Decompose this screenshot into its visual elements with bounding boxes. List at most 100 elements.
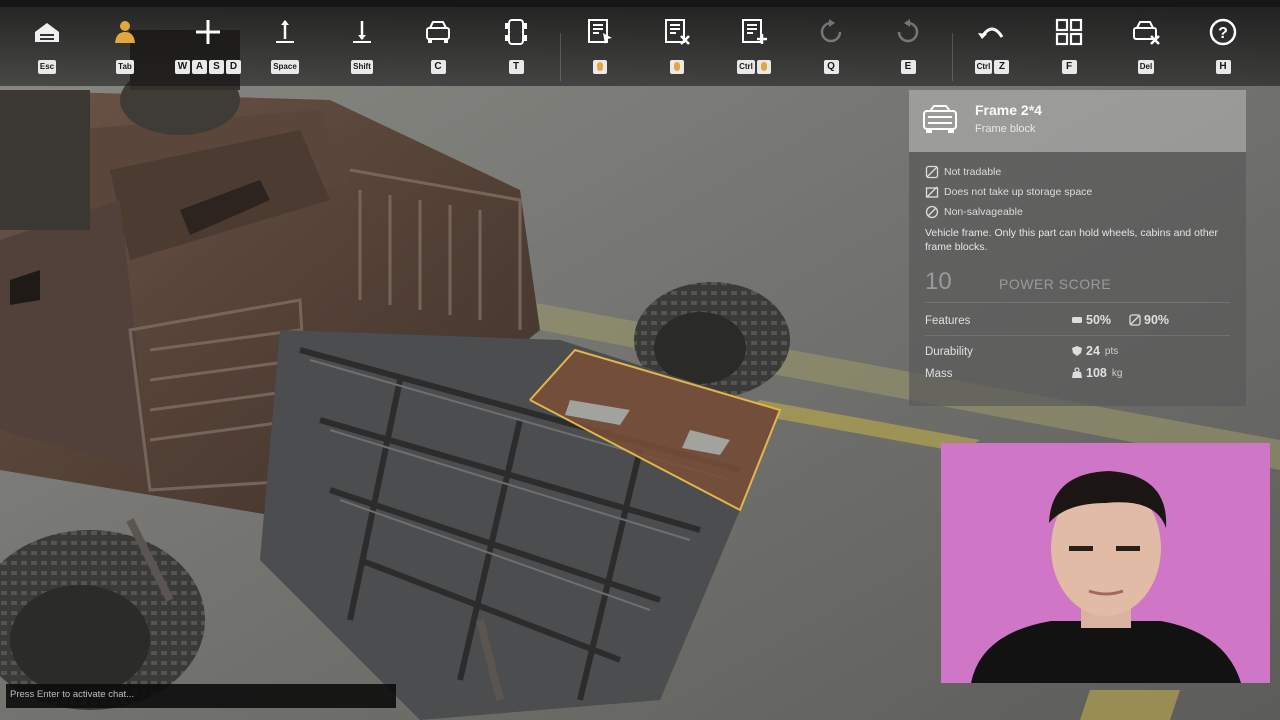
- rotate-left-icon: [814, 15, 848, 49]
- hotkey: Q: [823, 60, 839, 74]
- mass-unit: kg: [1111, 367, 1123, 379]
- move-icon: [191, 15, 225, 49]
- raise-icon: [268, 15, 302, 49]
- weight-icon: [1072, 367, 1082, 378]
- hotkey-group: H: [1215, 60, 1231, 74]
- tool-crew[interactable]: Tab: [95, 15, 155, 87]
- add-part-icon: [737, 15, 771, 49]
- feature-2: 90%: [1129, 313, 1169, 327]
- hotkey: T: [508, 60, 524, 74]
- hotkey-group: Tab: [116, 60, 134, 74]
- mouse-icon: [670, 60, 684, 74]
- webcam-overlay: [941, 443, 1270, 683]
- part-info-body: Not tradable Does not take up storage sp…: [909, 152, 1246, 406]
- delete-part-icon: [660, 15, 694, 49]
- svg-text:?: ?: [1218, 25, 1228, 42]
- tool-rotate-left[interactable]: Q: [801, 15, 861, 87]
- not-tradable-icon: [925, 165, 939, 179]
- power-score: 10 POWER SCORE: [925, 268, 1230, 300]
- part-description: Vehicle frame. Only this part can hold w…: [925, 227, 1218, 253]
- part-info-panel: Frame 2*4 Frame block Not tradable Does …: [909, 90, 1246, 406]
- tool-move[interactable]: WASD: [175, 15, 241, 87]
- lower-icon: [345, 15, 379, 49]
- hotkey-group: Del: [1137, 60, 1155, 74]
- tool-garage[interactable]: Esc: [17, 15, 77, 87]
- mass-label: Mass: [925, 368, 953, 380]
- hotkey: Z: [994, 60, 1010, 74]
- property-no-storage: Does not take up storage space: [925, 182, 1230, 202]
- tool-delete-vehicle[interactable]: Del: [1116, 15, 1176, 87]
- tool-raise[interactable]: Space: [255, 15, 315, 87]
- tool-delete-part[interactable]: [647, 15, 707, 87]
- hotkey-group: E: [900, 60, 916, 74]
- no-storage-icon: [925, 186, 939, 198]
- power-score-label: POWER SCORE: [999, 276, 1112, 292]
- hotkey: E: [900, 60, 916, 74]
- property-label: Does not take up storage space: [944, 186, 1093, 198]
- tool-select-part[interactable]: [570, 15, 630, 87]
- divider: [925, 335, 1230, 336]
- toolbar-separator: [560, 33, 561, 81]
- hotkey-group: [670, 60, 684, 74]
- feature-1-value: 50%: [1086, 313, 1112, 327]
- select-part-icon: [583, 15, 617, 49]
- hotkey: S: [209, 60, 224, 74]
- vehicle-feature-icon: [1072, 317, 1082, 323]
- hotkey: Ctrl: [974, 60, 993, 74]
- undo-icon: [975, 15, 1009, 49]
- rotate-right-icon: [891, 15, 925, 49]
- hotkey: C: [430, 60, 446, 74]
- delete-vehicle-icon: [1129, 15, 1163, 49]
- feature-2-value: 90%: [1144, 313, 1170, 327]
- tool-add-part[interactable]: Ctrl: [724, 15, 784, 87]
- hotkey-group: Ctrl: [737, 60, 771, 74]
- hotkey-group: F: [1061, 60, 1077, 74]
- hotkey-group: Space: [271, 60, 299, 74]
- hotkey-group: Q: [823, 60, 839, 74]
- garage-icon: [30, 15, 64, 49]
- tool-vehicle-top[interactable]: T: [486, 15, 546, 87]
- chat-placeholder: Press Enter to activate chat...: [10, 689, 135, 700]
- tool-lower[interactable]: Shift: [332, 15, 392, 87]
- frame-block-icon: [923, 105, 957, 133]
- shield-icon: [1072, 346, 1082, 356]
- tool-undo[interactable]: Ctrl Z: [962, 15, 1022, 87]
- vehicle-front-icon: [421, 15, 455, 49]
- hotkey: D: [226, 60, 241, 74]
- mouse-icon: [756, 60, 771, 74]
- crew-icon: [108, 15, 142, 49]
- property-label: Not tradable: [944, 166, 1002, 178]
- hotkey-group: C: [430, 60, 446, 74]
- toolbar-separator: [952, 33, 953, 81]
- tool-vehicle-front[interactable]: C: [408, 15, 468, 87]
- streamer-face: [941, 443, 1270, 683]
- mass-row: Mass 108 kg: [925, 364, 1230, 386]
- hotkey-group: Esc: [37, 60, 57, 74]
- build-toolbar: Esc Tab W A S D Space Shift C T Ctrl Q E Ctrl Z F Del? H: [0, 0, 1280, 86]
- help-icon: ?: [1206, 15, 1240, 49]
- mouse-icon: [593, 60, 607, 74]
- tool-grid[interactable]: F: [1039, 15, 1099, 87]
- hotkey-group: Ctrl Z: [974, 60, 1010, 74]
- hotkey-group: Shift: [351, 60, 373, 74]
- tool-help[interactable]: ? H: [1193, 15, 1253, 87]
- hotkey-group: [593, 60, 607, 74]
- tool-rotate-right[interactable]: E: [878, 15, 938, 87]
- hotkey: W: [175, 60, 190, 74]
- hotkey: F: [1061, 60, 1077, 74]
- mass-value: 108: [1086, 366, 1107, 380]
- hotkey-group: WASD: [175, 60, 241, 74]
- part-category: Frame block: [975, 123, 1036, 135]
- chat-input[interactable]: Press Enter to activate chat...: [6, 684, 396, 708]
- property-not-tradable: Not tradable: [925, 162, 1230, 182]
- part-info-header: Frame 2*4 Frame block: [909, 90, 1246, 152]
- feature-1: 50%: [1071, 313, 1111, 327]
- property-label: Non-salvageable: [944, 206, 1023, 218]
- hotkey-group: T: [508, 60, 524, 74]
- durability-stat: 24 pts: [1071, 344, 1118, 358]
- divider: [925, 302, 1230, 303]
- hotkey: Tab: [116, 60, 134, 74]
- features-row: Features 50% 90%: [925, 311, 1230, 333]
- hotkey: Shift: [351, 60, 373, 74]
- non-salvageable-icon: [925, 205, 939, 219]
